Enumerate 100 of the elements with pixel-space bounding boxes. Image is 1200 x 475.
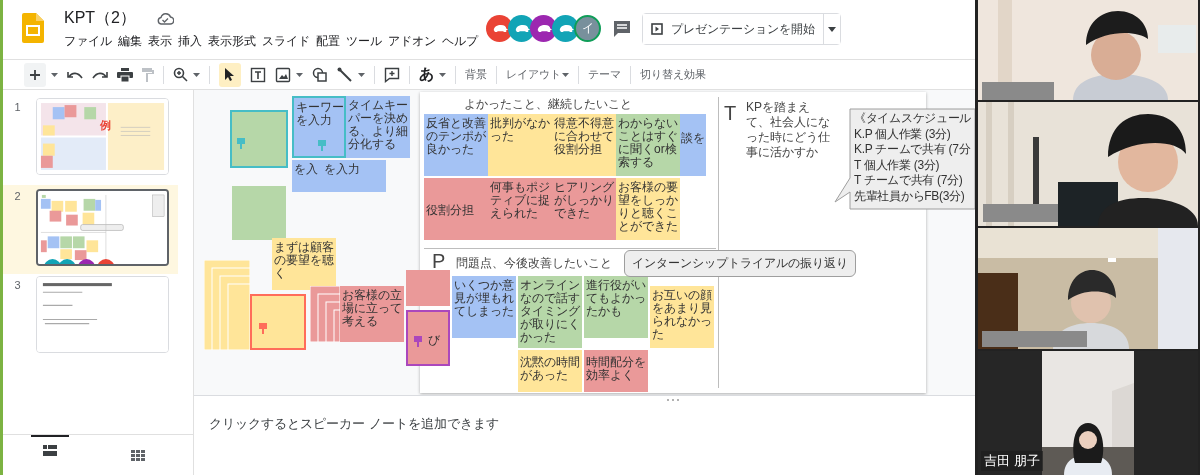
slide-number: 2 [13, 189, 22, 202]
sticky-note[interactable]: 得意不得意に合わせて役割分担 [552, 114, 616, 176]
note-text: お客様の立場に立って考える [341, 287, 403, 328]
sticky-note[interactable]: お客様の要望をしっかりと聴くことができた [616, 178, 680, 240]
text-box-icon[interactable] [250, 66, 266, 83]
caret-icon[interactable] [193, 72, 200, 77]
note-text: 得意不得意に合わせて役割分担 [553, 115, 615, 156]
animal-icon [491, 23, 508, 34]
schedule-line: 《タイムスケジュール [854, 111, 971, 127]
note-text: お互いの顔をあまり見られなかった [651, 287, 713, 341]
document-title[interactable]: KPT（2） [64, 8, 136, 29]
animal-icon [535, 23, 552, 34]
slide-thumbnail[interactable] [36, 189, 169, 266]
new-slide-button[interactable] [24, 62, 46, 87]
sticky-note[interactable]: を入 [292, 160, 322, 192]
sticky-note[interactable]: いくつか意見が埋もれてしまった [452, 276, 516, 338]
note-text: タイムキーパーを決める、より細分化する [347, 97, 409, 151]
toolbar-button[interactable]: テーマ [588, 67, 621, 82]
grid-view-icon[interactable] [131, 449, 145, 461]
line-icon[interactable] [337, 66, 353, 83]
shape-icon[interactable] [312, 66, 328, 83]
thumbnail-mark: 例 [100, 118, 111, 133]
slide-number: 3 [13, 278, 22, 291]
toolbar-button[interactable]: 背景 [465, 67, 487, 82]
resize-handle[interactable] [666, 398, 680, 402]
note-text: 時間配分を効率よく [585, 354, 647, 382]
cursor-icon [224, 67, 236, 82]
sticky-note[interactable]: 進行役がいてもよかったかも [584, 276, 648, 338]
sticky-note[interactable]: 批判がなかった [488, 114, 552, 176]
present-button[interactable]: プレゼンテーションを開始 [643, 14, 824, 44]
caret-icon[interactable] [296, 72, 303, 77]
menu-item[interactable]: 編集 [118, 34, 142, 49]
note-text: 沈黙の時間があった [519, 354, 581, 382]
slide-item[interactable]: 3 [3, 274, 193, 363]
note-text: 何事もポジティブに捉えられた [489, 179, 551, 220]
sticky-note[interactable]: キーワーを入力 [292, 96, 346, 158]
sticky-note[interactable]: わからないことはすぐに聞くor検索する [616, 114, 680, 176]
undo-icon[interactable] [67, 69, 83, 80]
note-text: ヒアリングがしっかりできた [553, 179, 615, 220]
sticky-note[interactable]: を入力 [322, 160, 386, 192]
sticky-note[interactable]: まずは顧客の要望を聴く [272, 238, 336, 290]
sticky-note[interactable]: 役割分担 [424, 178, 488, 240]
animal-icon [513, 23, 530, 34]
menu-item[interactable]: ファイル [64, 34, 112, 49]
slide-heading: よかったこと、継続したいこと [464, 96, 632, 113]
speaker-notes-field[interactable]: クリックするとスピーカー ノートを追加できます [209, 416, 499, 431]
schedule-line: 先輩社員からFB(3分) [854, 188, 966, 205]
caret-icon [562, 72, 569, 77]
note-text: び [427, 332, 441, 347]
slide-item[interactable]: 1 例 [3, 96, 193, 185]
caret-icon[interactable] [358, 72, 365, 77]
sticky-note[interactable]: 沈黙の時間があった [518, 350, 582, 392]
menu-item[interactable]: ヘルプ [442, 34, 478, 49]
sticky-note[interactable]: ヒアリングがしっかりできた [552, 178, 616, 240]
note-text: お客様の要望をしっかりと聴くことができた [617, 179, 679, 233]
sticky-note[interactable]: 反省と改善のテンポが良かった [424, 114, 488, 176]
redo-icon[interactable] [92, 69, 108, 80]
sticky-note[interactable]: 時間配分を効率よく [584, 350, 648, 392]
list-view-icon [43, 444, 57, 456]
slide-title-box[interactable]: インターンシップトライアルの振り返り [624, 250, 856, 277]
note-text: まずは顧客の要望を聴く [273, 239, 335, 280]
schedule-line: T チームで共有 (7分) [854, 173, 964, 189]
comment-icon[interactable] [612, 19, 632, 39]
slide-text: KPを踏まえて、社会人になった時にどう仕事に活かすか [746, 100, 831, 160]
note-text: 進行役がいてもよかったかも [585, 277, 647, 318]
input-tool-button[interactable]: あ [419, 65, 434, 84]
menu-item[interactable]: アドオン [388, 34, 436, 49]
sticky-note[interactable]: タイムキーパーを決める、より細分化する [346, 96, 410, 158]
menu-item[interactable]: 表示形式 [208, 34, 256, 49]
slide-item[interactable]: 2 [3, 185, 178, 274]
caret-icon[interactable] [51, 72, 58, 77]
sticky-note[interactable]: 何事もポジティブに捉えられた [488, 178, 552, 240]
menu-item[interactable]: 配置 [316, 34, 340, 49]
cloud-icon[interactable] [156, 12, 174, 25]
note-text: わからないことはすぐに聞くor検索する [617, 115, 679, 169]
note-text: を入 [293, 161, 319, 176]
image-icon[interactable] [275, 66, 291, 83]
menu-item[interactable]: 挿入 [178, 34, 202, 49]
note-text: キーワーを入力 [295, 99, 344, 127]
select-tool[interactable] [219, 62, 241, 87]
note-text: 役割分担 [425, 202, 475, 217]
sticky-note[interactable]: お互いの顔をあまり見られなかった [650, 286, 714, 348]
note-text: 批判がなかった [489, 115, 551, 143]
menu-item[interactable]: スライド [262, 34, 310, 49]
slide-number: 1 [13, 100, 22, 113]
zoom-icon[interactable] [173, 67, 188, 82]
caret-icon [828, 26, 836, 32]
animal-icon [557, 23, 574, 34]
menu-item[interactable]: ツール [346, 34, 382, 49]
toolbar-button[interactable]: 切り替え効果 [640, 67, 706, 82]
print-icon[interactable] [117, 67, 133, 82]
note-text: いくつか意見が埋もれてしまった [453, 277, 515, 318]
toolbar-button[interactable]: レイアウト [506, 67, 569, 82]
section-letter: T [724, 102, 737, 125]
add-comment-icon[interactable] [384, 66, 400, 83]
schedule-line: K.P チームで共有 (7分 [854, 142, 971, 158]
sticky-note[interactable]: び [406, 310, 450, 366]
sticky-note[interactable]: 談を [680, 114, 706, 176]
caret-icon[interactable] [439, 72, 446, 77]
menu-item[interactable]: 表示 [148, 34, 172, 49]
